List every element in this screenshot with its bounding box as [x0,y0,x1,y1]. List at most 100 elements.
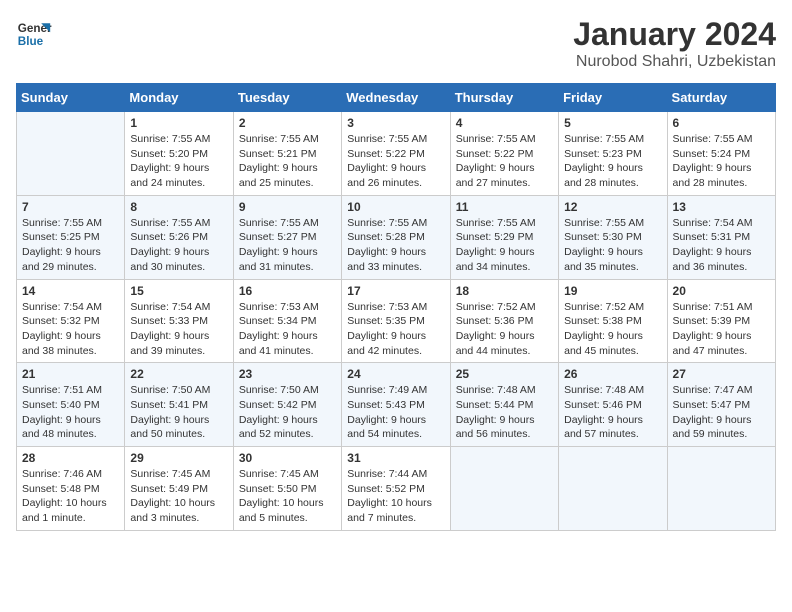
day-detail: Sunrise: 7:46 AMSunset: 5:48 PMDaylight:… [22,467,119,526]
week-row-3: 14Sunrise: 7:54 AMSunset: 5:32 PMDayligh… [17,279,776,363]
day-number: 29 [130,451,227,465]
day-number: 17 [347,284,444,298]
day-detail: Sunrise: 7:55 AMSunset: 5:24 PMDaylight:… [673,132,770,191]
week-row-1: 1 Sunrise: 7:55 AMSunset: 5:20 PMDaylight… [17,112,776,196]
day-number: 16 [239,284,336,298]
day-number: 3 [347,116,444,130]
day-number: 13 [673,200,770,214]
week-row-2: 7Sunrise: 7:55 AMSunset: 5:25 PMDaylight… [17,195,776,279]
calendar-cell: 18 Sunrise: 7:52 AMSunset: 5:36 PMDayligh… [450,279,558,363]
calendar-cell: 30Sunrise: 7:45 AMSunset: 5:50 PMDayligh… [233,447,341,531]
calendar-cell: 8 Sunrise: 7:55 AMSunset: 5:26 PMDaylight… [125,195,233,279]
calendar-cell: 4Sunrise: 7:55 AMSunset: 5:22 PMDaylight… [450,112,558,196]
calendar-table: SundayMondayTuesdayWednesdayThursdayFrid… [16,83,776,531]
day-number: 23 [239,367,336,381]
calendar-cell: 28 Sunrise: 7:46 AMSunset: 5:48 PMDayligh… [17,447,125,531]
day-detail: Sunrise: 7:52 AMSunset: 5:36 PMDaylight:… [456,300,553,359]
day-number: 1 [130,116,227,130]
calendar-cell: 13Sunrise: 7:54 AMSunset: 5:31 PMDayligh… [667,195,775,279]
col-header-thursday: Thursday [450,84,558,112]
logo: General Blue [16,16,52,52]
calendar-cell: 7Sunrise: 7:55 AMSunset: 5:25 PMDaylight… [17,195,125,279]
col-header-tuesday: Tuesday [233,84,341,112]
day-number: 4 [456,116,553,130]
day-number: 28 [22,451,119,465]
day-detail: Sunrise: 7:55 AMSunset: 5:26 PMDaylight:… [130,216,227,275]
day-detail: Sunrise: 7:55 AMSunset: 5:29 PMDaylight:… [456,216,553,275]
calendar-cell: 19 Sunrise: 7:52 AMSunset: 5:38 PMDayligh… [559,279,667,363]
day-number: 12 [564,200,661,214]
day-detail: Sunrise: 7:51 AMSunset: 5:40 PMDaylight:… [22,383,119,442]
calendar-cell: 25Sunrise: 7:48 AMSunset: 5:44 PMDayligh… [450,363,558,447]
calendar-cell: 29 Sunrise: 7:45 AMSunset: 5:49 PMDayligh… [125,447,233,531]
main-title: January 2024 [573,16,776,53]
day-detail: Sunrise: 7:45 AMSunset: 5:50 PMDaylight:… [239,467,336,526]
calendar-cell: 5 Sunrise: 7:55 AMSunset: 5:23 PMDaylight… [559,112,667,196]
day-detail: Sunrise: 7:55 AMSunset: 5:30 PMDaylight:… [564,216,661,275]
day-detail: Sunrise: 7:55 AMSunset: 5:25 PMDaylight:… [22,216,119,275]
day-detail: Sunrise: 7:55 AMSunset: 5:23 PMDaylight:… [564,132,661,191]
day-detail: Sunrise: 7:52 AMSunset: 5:38 PMDaylight:… [564,300,661,359]
day-number: 26 [564,367,661,381]
calendar-cell [559,447,667,531]
col-header-sunday: Sunday [17,84,125,112]
day-number: 20 [673,284,770,298]
calendar-cell: 20 Sunrise: 7:51 AMSunset: 5:39 PMDayligh… [667,279,775,363]
title-area: January 2024 Nurobod Shahri, Uzbekistan [573,16,776,71]
col-header-monday: Monday [125,84,233,112]
day-detail: Sunrise: 7:55 AMSunset: 5:22 PMDaylight:… [347,132,444,191]
day-detail: Sunrise: 7:47 AMSunset: 5:47 PMDaylight:… [673,383,770,442]
day-number: 11 [456,200,553,214]
calendar-cell: 2 Sunrise: 7:55 AMSunset: 5:21 PMDaylight… [233,112,341,196]
day-number: 9 [239,200,336,214]
day-detail: Sunrise: 7:53 AMSunset: 5:34 PMDaylight:… [239,300,336,359]
calendar-cell: 14Sunrise: 7:54 AMSunset: 5:32 PMDayligh… [17,279,125,363]
calendar-cell: 23 Sunrise: 7:50 AMSunset: 5:42 PMDayligh… [233,363,341,447]
day-detail: Sunrise: 7:48 AMSunset: 5:46 PMDaylight:… [564,383,661,442]
day-detail: Sunrise: 7:55 AMSunset: 5:21 PMDaylight:… [239,132,336,191]
day-number: 2 [239,116,336,130]
day-detail: Sunrise: 7:51 AMSunset: 5:39 PMDaylight:… [673,300,770,359]
day-number: 14 [22,284,119,298]
day-detail: Sunrise: 7:49 AMSunset: 5:43 PMDaylight:… [347,383,444,442]
day-number: 25 [456,367,553,381]
day-number: 6 [673,116,770,130]
svg-text:Blue: Blue [18,35,44,48]
calendar-cell: 31Sunrise: 7:44 AMSunset: 5:52 PMDayligh… [342,447,450,531]
logo-icon: General Blue [16,16,52,52]
calendar-cell: 9Sunrise: 7:55 AMSunset: 5:27 PMDaylight… [233,195,341,279]
calendar-cell [17,112,125,196]
calendar-cell: 10 Sunrise: 7:55 AMSunset: 5:28 PMDayligh… [342,195,450,279]
calendar-cell: 26 Sunrise: 7:48 AMSunset: 5:46 PMDayligh… [559,363,667,447]
day-detail: Sunrise: 7:55 AMSunset: 5:28 PMDaylight:… [347,216,444,275]
col-header-friday: Friday [559,84,667,112]
calendar-cell [667,447,775,531]
day-detail: Sunrise: 7:53 AMSunset: 5:35 PMDaylight:… [347,300,444,359]
calendar-cell: 1 Sunrise: 7:55 AMSunset: 5:20 PMDaylight… [125,112,233,196]
day-number: 5 [564,116,661,130]
day-detail: Sunrise: 7:50 AMSunset: 5:41 PMDaylight:… [130,383,227,442]
calendar-cell: 15Sunrise: 7:54 AMSunset: 5:33 PMDayligh… [125,279,233,363]
calendar-cell: 11 Sunrise: 7:55 AMSunset: 5:29 PMDayligh… [450,195,558,279]
day-number: 10 [347,200,444,214]
day-number: 18 [456,284,553,298]
calendar-cell [450,447,558,531]
day-number: 8 [130,200,227,214]
calendar-cell: 21 Sunrise: 7:51 AMSunset: 5:40 PMDayligh… [17,363,125,447]
calendar-cell: 17 Sunrise: 7:53 AMSunset: 5:35 PMDayligh… [342,279,450,363]
page-header: General Blue January 2024 Nurobod Shahri… [16,16,776,71]
calendar-cell: 3 Sunrise: 7:55 AMSunset: 5:22 PMDaylight… [342,112,450,196]
day-detail: Sunrise: 7:45 AMSunset: 5:49 PMDaylight:… [130,467,227,526]
calendar-cell: 6 Sunrise: 7:55 AMSunset: 5:24 PMDaylight… [667,112,775,196]
day-detail: Sunrise: 7:50 AMSunset: 5:42 PMDaylight:… [239,383,336,442]
day-number: 22 [130,367,227,381]
day-number: 19 [564,284,661,298]
calendar-cell: 24 Sunrise: 7:49 AMSunset: 5:43 PMDayligh… [342,363,450,447]
day-number: 21 [22,367,119,381]
day-detail: Sunrise: 7:55 AMSunset: 5:20 PMDaylight:… [130,132,227,191]
col-header-wednesday: Wednesday [342,84,450,112]
day-detail: Sunrise: 7:44 AMSunset: 5:52 PMDaylight:… [347,467,444,526]
calendar-cell: 27Sunrise: 7:47 AMSunset: 5:47 PMDayligh… [667,363,775,447]
calendar-cell: 16 Sunrise: 7:53 AMSunset: 5:34 PMDayligh… [233,279,341,363]
day-number: 24 [347,367,444,381]
